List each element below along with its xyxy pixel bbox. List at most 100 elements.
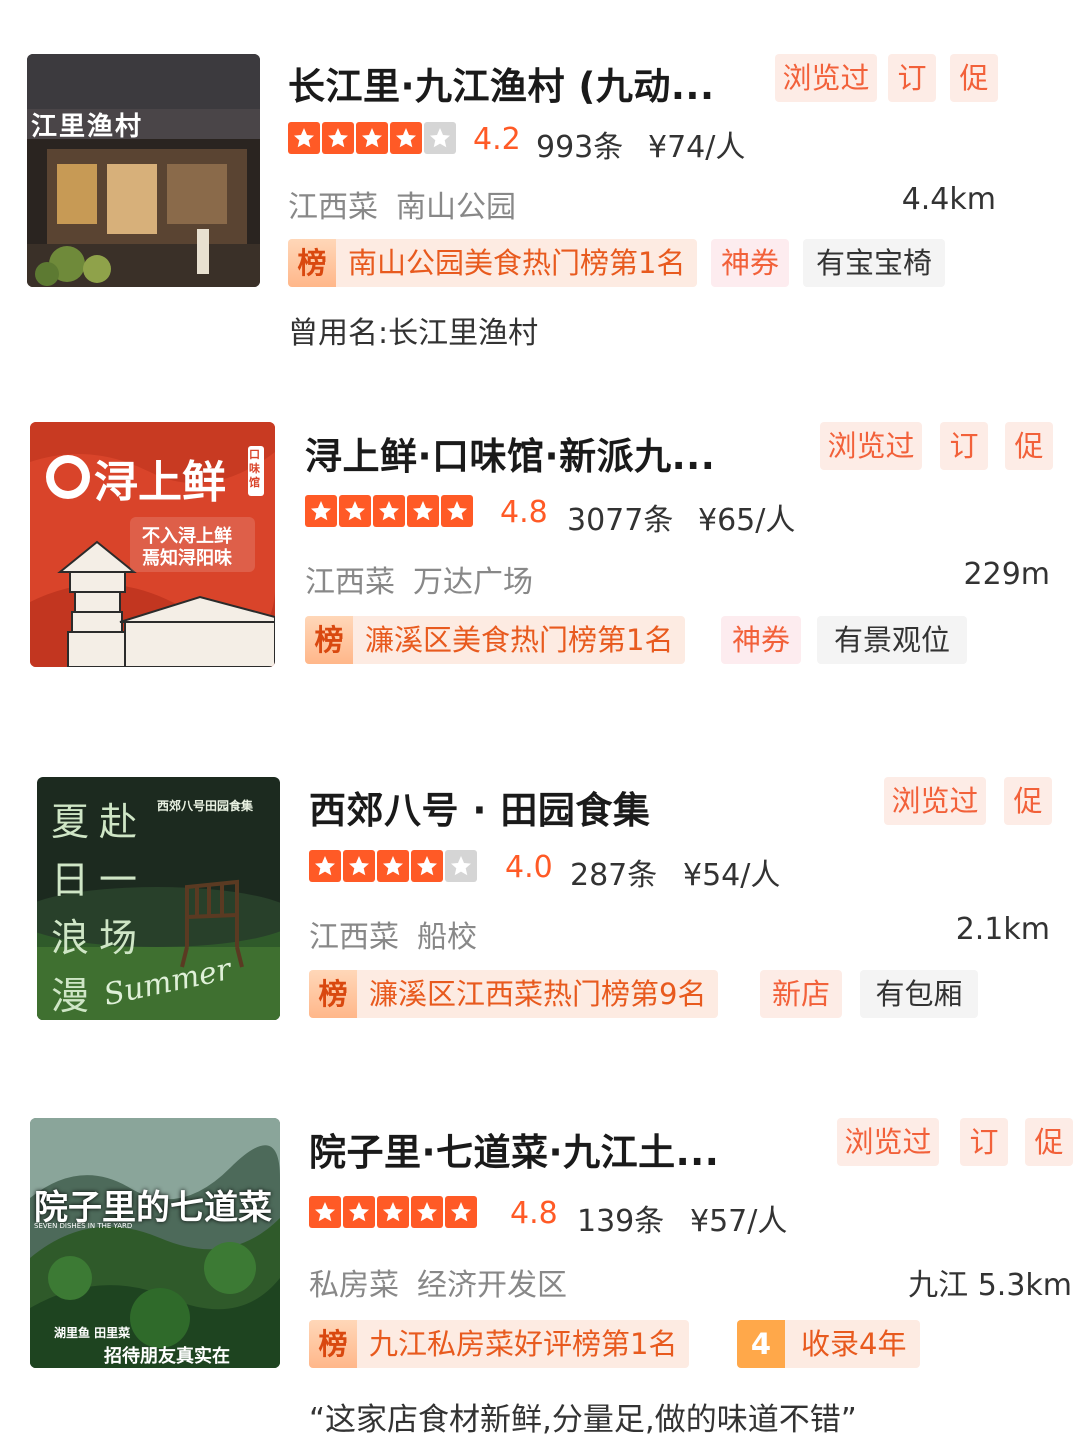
price-per-person: ¥65/人	[698, 503, 796, 538]
tag-reserve: 订	[888, 54, 936, 102]
rank-badge[interactable]: 榜南山公园美食热门榜第1名	[288, 239, 698, 287]
years-listed-badge: 4 收录4年	[737, 1320, 921, 1368]
rank-text: 九江私房菜好评榜第1名	[369, 1327, 678, 1361]
star-icon	[390, 122, 422, 154]
star-rating	[305, 495, 473, 527]
star-icon	[309, 850, 341, 882]
photo-headline-col2: 赴一场	[99, 800, 138, 960]
rank-badge[interactable]: 榜濂溪区美食热门榜第1名	[305, 616, 686, 664]
rank-icon: 榜	[288, 239, 336, 287]
restaurant-photo[interactable]: 院子里的七道菜 SEVEN DISHES IN THE YARD 湖里鱼 田里菜…	[30, 1118, 280, 1368]
rating-score: 4.0	[505, 850, 553, 885]
photo-caption-1: 湖里鱼 田里菜	[54, 1326, 131, 1340]
distance: 4.4km	[901, 182, 996, 217]
distance: 2.1km	[955, 912, 1050, 947]
rank-text: 南山公园美食热门榜第1名	[348, 246, 686, 280]
rank-icon: 榜	[309, 970, 357, 1018]
star-rating	[288, 122, 456, 154]
rating-score: 4.8	[510, 1196, 558, 1231]
feature-badge: 有包厢	[860, 970, 978, 1018]
tag-viewed: 浏览过	[775, 54, 877, 102]
star-icon	[411, 850, 443, 882]
star-icon	[356, 122, 388, 154]
restaurant-photo[interactable]: 江里渔村	[27, 54, 260, 287]
star-icon	[305, 495, 337, 527]
tag-promo: 促	[1005, 422, 1053, 470]
distance: 229m	[963, 557, 1050, 592]
star-icon	[377, 1196, 409, 1228]
star-icon	[288, 122, 320, 154]
star-icon	[322, 122, 354, 154]
restaurant-photo[interactable]: 浔上鲜 口味馆 不入浔上鲜 焉知浔阳味	[30, 422, 275, 667]
photo-subtitle-en: SEVEN DISHES IN THE YARD	[34, 1222, 133, 1230]
cuisine: 私房菜	[309, 1268, 399, 1303]
star-rating	[309, 1196, 477, 1228]
tag-viewed: 浏览过	[837, 1118, 939, 1166]
photo-sign-text: 江里渔村	[31, 112, 144, 142]
category-line: 江西菜 万达广场	[305, 557, 533, 601]
restaurant-photo[interactable]: 夏日浪漫 赴一场 西郊八号田园食集 Summer	[37, 777, 280, 1020]
star-icon	[445, 1196, 477, 1228]
star-icon	[339, 495, 371, 527]
star-rating	[309, 850, 477, 882]
star-icon	[373, 495, 405, 527]
rating-score: 4.2	[473, 122, 521, 157]
new-store-badge: 新店	[760, 970, 842, 1018]
category-line: 私房菜 经济开发区	[309, 1260, 567, 1304]
photo-slogan-2: 焉知浔阳味	[142, 548, 232, 569]
review-count: 3077条	[567, 503, 674, 538]
area: 船校	[417, 920, 477, 955]
category-line: 江西菜 南山公园	[288, 182, 516, 226]
tag-promo: 促	[950, 54, 998, 102]
restaurant-card[interactable]: 院子里的七道菜 SEVEN DISHES IN THE YARD 湖里鱼 田里菜…	[0, 1100, 1080, 1439]
review-quote: “这家店食材新鲜,分量足,做的味道不错”	[309, 1402, 857, 1438]
tag-reserve: 订	[960, 1118, 1008, 1166]
star-icon	[445, 850, 477, 882]
tag-viewed: 浏览过	[820, 422, 922, 470]
star-icon	[424, 122, 456, 154]
restaurant-name[interactable]: 西郊八号 · 田园食集	[309, 780, 829, 834]
price-per-person: ¥57/人	[690, 1204, 788, 1239]
restaurant-card[interactable]: 江里渔村 长江里·九江渔村 (九动... 浏览过 订 促 4.2 993条 ¥7…	[0, 0, 1080, 380]
restaurant-name[interactable]: 长江里·九江渔村 (九动...	[288, 56, 738, 110]
photo-brand: 西郊八号田园食集	[157, 799, 254, 813]
restaurant-card[interactable]: 浔上鲜 口味馆 不入浔上鲜 焉知浔阳味 浔上鲜·口味馆·新派九... 浏览过 订…	[0, 400, 1080, 730]
tag-viewed: 浏览过	[884, 777, 986, 825]
restaurant-card[interactable]: 夏日浪漫 赴一场 西郊八号田园食集 Summer 西郊八号 · 田园食集 浏览过…	[0, 760, 1080, 1060]
distance: 九江 5.3km	[908, 1268, 1072, 1303]
photo-headline-col1: 夏日浪漫	[51, 800, 90, 1018]
years-text: 收录4年	[801, 1327, 907, 1361]
star-icon	[411, 1196, 443, 1228]
rank-icon: 榜	[305, 616, 353, 664]
feature-badge: 有宝宝椅	[803, 239, 945, 287]
review-count: 139条	[577, 1204, 665, 1239]
coupon-badge[interactable]: 神券	[711, 239, 789, 287]
star-icon	[407, 495, 439, 527]
photo-logo-text: 浔上鲜	[94, 457, 226, 508]
rank-icon: 榜	[309, 1320, 357, 1368]
cuisine: 江西菜	[288, 190, 378, 225]
restaurant-name[interactable]: 浔上鲜·口味馆·新派九...	[305, 426, 775, 480]
area: 南山公园	[396, 190, 516, 225]
rank-badge[interactable]: 榜濂溪区江西菜热门榜第9名	[309, 970, 719, 1018]
star-icon	[343, 1196, 375, 1228]
former-name: 曾用名:长江里渔村	[288, 316, 539, 351]
tag-promo: 促	[1004, 777, 1052, 825]
rank-text: 濂溪区美食热门榜第1名	[365, 623, 674, 657]
rank-text: 濂溪区江西菜热门榜第9名	[369, 977, 707, 1011]
coupon-badge[interactable]: 神券	[721, 616, 801, 664]
price-per-person: ¥74/人	[648, 130, 746, 165]
area: 万达广场	[413, 565, 533, 600]
cuisine: 江西菜	[309, 920, 399, 955]
rank-badge[interactable]: 榜九江私房菜好评榜第1名	[309, 1320, 690, 1368]
star-icon	[441, 495, 473, 527]
area: 经济开发区	[417, 1268, 567, 1303]
review-count: 993条	[536, 130, 624, 165]
price-per-person: ¥54/人	[683, 858, 781, 893]
rating-score: 4.8	[500, 495, 548, 530]
star-icon	[377, 850, 409, 882]
restaurant-name[interactable]: 院子里·七道菜·九江土...	[309, 1122, 789, 1176]
photo-side-text: 口味馆	[249, 448, 260, 489]
photo-caption-2: 招待朋友真实在	[104, 1346, 230, 1367]
review-count: 287条	[570, 858, 658, 893]
